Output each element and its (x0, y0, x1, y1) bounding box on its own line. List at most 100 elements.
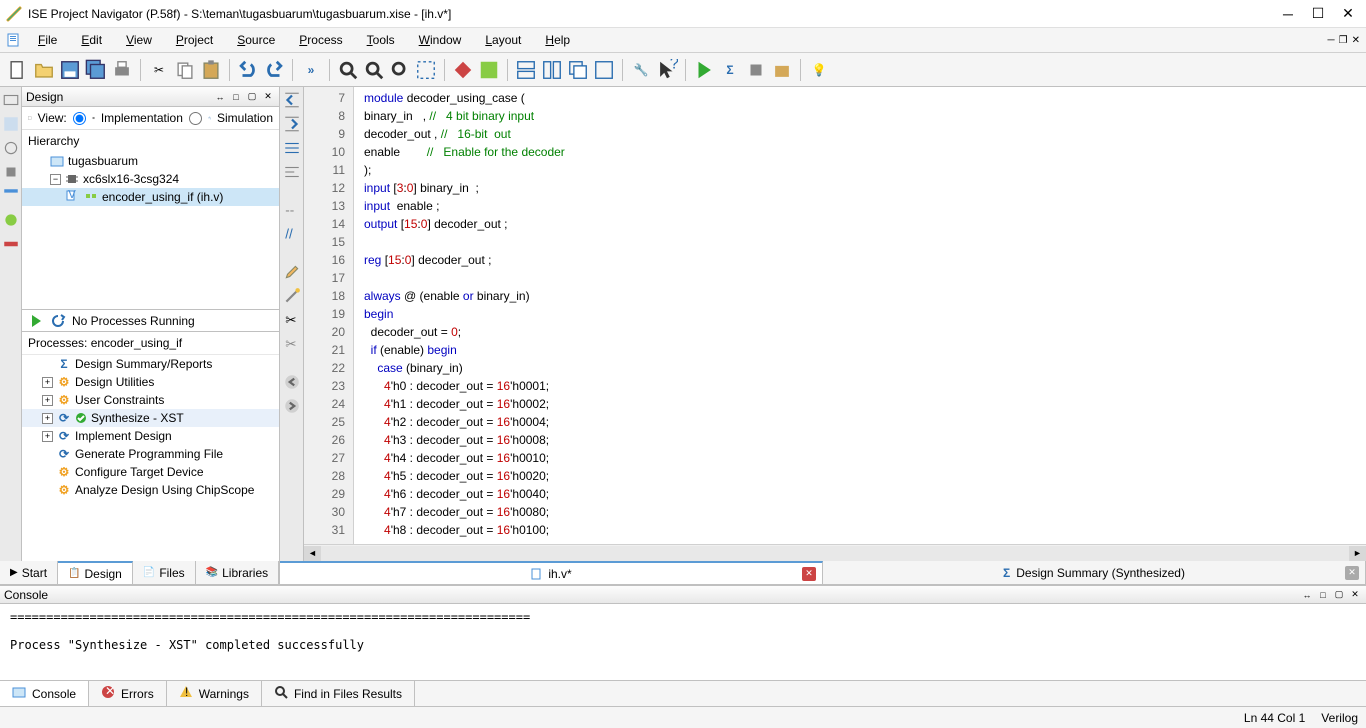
process-item[interactable]: ⚙Analyze Design Using ChipScope (22, 481, 279, 499)
menu-source[interactable]: Source (225, 29, 287, 51)
window-single-button[interactable] (592, 58, 616, 82)
erail-wand-icon[interactable] (283, 287, 301, 305)
console-body[interactable]: ========================================… (0, 604, 1366, 680)
menu-window[interactable]: Window (407, 29, 474, 51)
project-node[interactable]: tugasbuarum (22, 152, 279, 170)
horizontal-scrollbar[interactable]: ◄ ► (304, 544, 1366, 561)
cut-button[interactable]: ✂ (147, 58, 171, 82)
panel-max-icon[interactable]: ▢ (245, 90, 259, 104)
bottom-tab-errors[interactable]: ✕Errors (89, 681, 167, 706)
package-button[interactable] (770, 58, 794, 82)
save-all-button[interactable] (84, 58, 108, 82)
mdi-close-icon[interactable]: ✕ (1352, 35, 1360, 46)
close-tab-icon[interactable]: ✕ (1345, 566, 1359, 580)
menu-edit[interactable]: Edit (69, 29, 114, 51)
process-item[interactable]: +⟳Implement Design (22, 427, 279, 445)
erail-indent-left-icon[interactable] (283, 91, 301, 109)
panel-close-icon[interactable]: ✕ (261, 90, 275, 104)
expander-icon[interactable]: + (42, 395, 53, 406)
bottom-tab-warnings[interactable]: !Warnings (167, 681, 262, 706)
tab-design[interactable]: 📋Design (58, 561, 133, 584)
lightbulb-icon[interactable]: 💡 (807, 58, 831, 82)
scroll-left-icon[interactable]: ◄ (304, 546, 321, 561)
process-item[interactable]: ⚙Configure Target Device (22, 463, 279, 481)
console-max-icon[interactable]: ▢ (1332, 588, 1346, 602)
menu-view[interactable]: View (114, 29, 164, 51)
rail-btn-5[interactable] (2, 187, 20, 205)
print-button[interactable] (110, 58, 134, 82)
close-tab-icon[interactable]: ✕ (802, 567, 816, 581)
panel-arrow-icon[interactable]: ↔ (213, 90, 227, 104)
scroll-right-icon[interactable]: ► (1349, 546, 1366, 561)
help-cursor-button[interactable]: ? (655, 58, 679, 82)
mdi-restore-icon[interactable]: ❐ (1339, 35, 1348, 46)
process-item[interactable]: ΣDesign Summary/Reports (22, 355, 279, 373)
editor-tab[interactable]: ΣDesign Summary (Synthesized)✕ (823, 561, 1366, 584)
menu-process[interactable]: Process (287, 29, 354, 51)
erail-cut-icon[interactable]: ✂ (283, 311, 301, 329)
erail-uncomment-icon[interactable]: // (283, 225, 301, 243)
editor-tab[interactable]: ih.v*✕ (280, 561, 823, 584)
erail-indent-right-icon[interactable] (283, 115, 301, 133)
erail-comment-icon[interactable]: -- (283, 201, 301, 219)
bottom-tab-find-in-files-results[interactable]: Find in Files Results (262, 681, 415, 706)
expander-icon[interactable]: + (42, 431, 53, 442)
open-button[interactable] (32, 58, 56, 82)
simulation-radio[interactable] (189, 112, 202, 125)
unknown-tool-2[interactable] (477, 58, 501, 82)
goto-button[interactable]: » (299, 58, 323, 82)
paste-button[interactable] (199, 58, 223, 82)
console-float-icon[interactable]: □ (1316, 588, 1330, 602)
redo-button[interactable] (262, 58, 286, 82)
undo-button[interactable] (236, 58, 260, 82)
code-editor[interactable]: module decoder_using_case (binary_in , /… (354, 87, 1366, 544)
erail-cut2-icon[interactable]: ✂ (283, 335, 301, 353)
copy-button[interactable] (173, 58, 197, 82)
mdi-minimize-icon[interactable]: ─ (1328, 35, 1335, 46)
zoom-in-button[interactable] (336, 58, 360, 82)
save-button[interactable] (58, 58, 82, 82)
process-item[interactable]: ⟳Generate Programming File (22, 445, 279, 463)
rail-btn-6[interactable] (2, 211, 20, 229)
window-cascade-button[interactable] (566, 58, 590, 82)
rail-btn-7[interactable] (2, 235, 20, 253)
menu-project[interactable]: Project (164, 29, 225, 51)
device-node[interactable]: − xc6slx16-3csg324 (22, 170, 279, 188)
window-tile-h-button[interactable] (514, 58, 538, 82)
chip-button[interactable] (744, 58, 768, 82)
rail-btn-4[interactable] (2, 163, 20, 181)
erail-fwd-icon[interactable] (283, 397, 301, 415)
window-tile-v-button[interactable] (540, 58, 564, 82)
tab-libraries[interactable]: 📚Libraries (196, 561, 279, 584)
rail-btn-2[interactable] (2, 115, 20, 133)
menu-layout[interactable]: Layout (473, 29, 533, 51)
zoom-fit-button[interactable] (388, 58, 412, 82)
process-item[interactable]: +⚙Design Utilities (22, 373, 279, 391)
expander-icon[interactable]: + (42, 413, 53, 424)
zoom-area-button[interactable] (414, 58, 438, 82)
tab-files[interactable]: 📄Files (133, 561, 196, 584)
sigma-button[interactable]: Σ (718, 58, 742, 82)
menu-file[interactable]: File (26, 29, 69, 51)
new-button[interactable] (6, 58, 30, 82)
process-item[interactable]: +⚙User Constraints (22, 391, 279, 409)
run-icon[interactable] (28, 313, 44, 329)
unknown-tool-1[interactable] (451, 58, 475, 82)
zoom-out-button[interactable] (362, 58, 386, 82)
process-item[interactable]: +⟳Synthesize - XST (22, 409, 279, 427)
expander-icon[interactable]: − (50, 174, 61, 185)
erail-back-icon[interactable] (283, 373, 301, 391)
menu-help[interactable]: Help (533, 29, 582, 51)
tab-start[interactable]: ▶Start (0, 561, 58, 584)
implementation-radio[interactable] (73, 112, 86, 125)
erail-lines-icon[interactable] (283, 139, 301, 157)
panel-float-icon[interactable]: □ (229, 90, 243, 104)
rail-btn-1[interactable] (2, 91, 20, 109)
tools-button[interactable]: 🔧 (629, 58, 653, 82)
close-button[interactable]: ✕ (1342, 8, 1354, 20)
menu-tools[interactable]: Tools (355, 29, 407, 51)
module-node[interactable]: V encoder_using_if (ih.v) (22, 188, 279, 206)
run-button[interactable] (692, 58, 716, 82)
bottom-tab-console[interactable]: Console (0, 681, 89, 706)
minimize-button[interactable]: ─ (1282, 8, 1294, 20)
